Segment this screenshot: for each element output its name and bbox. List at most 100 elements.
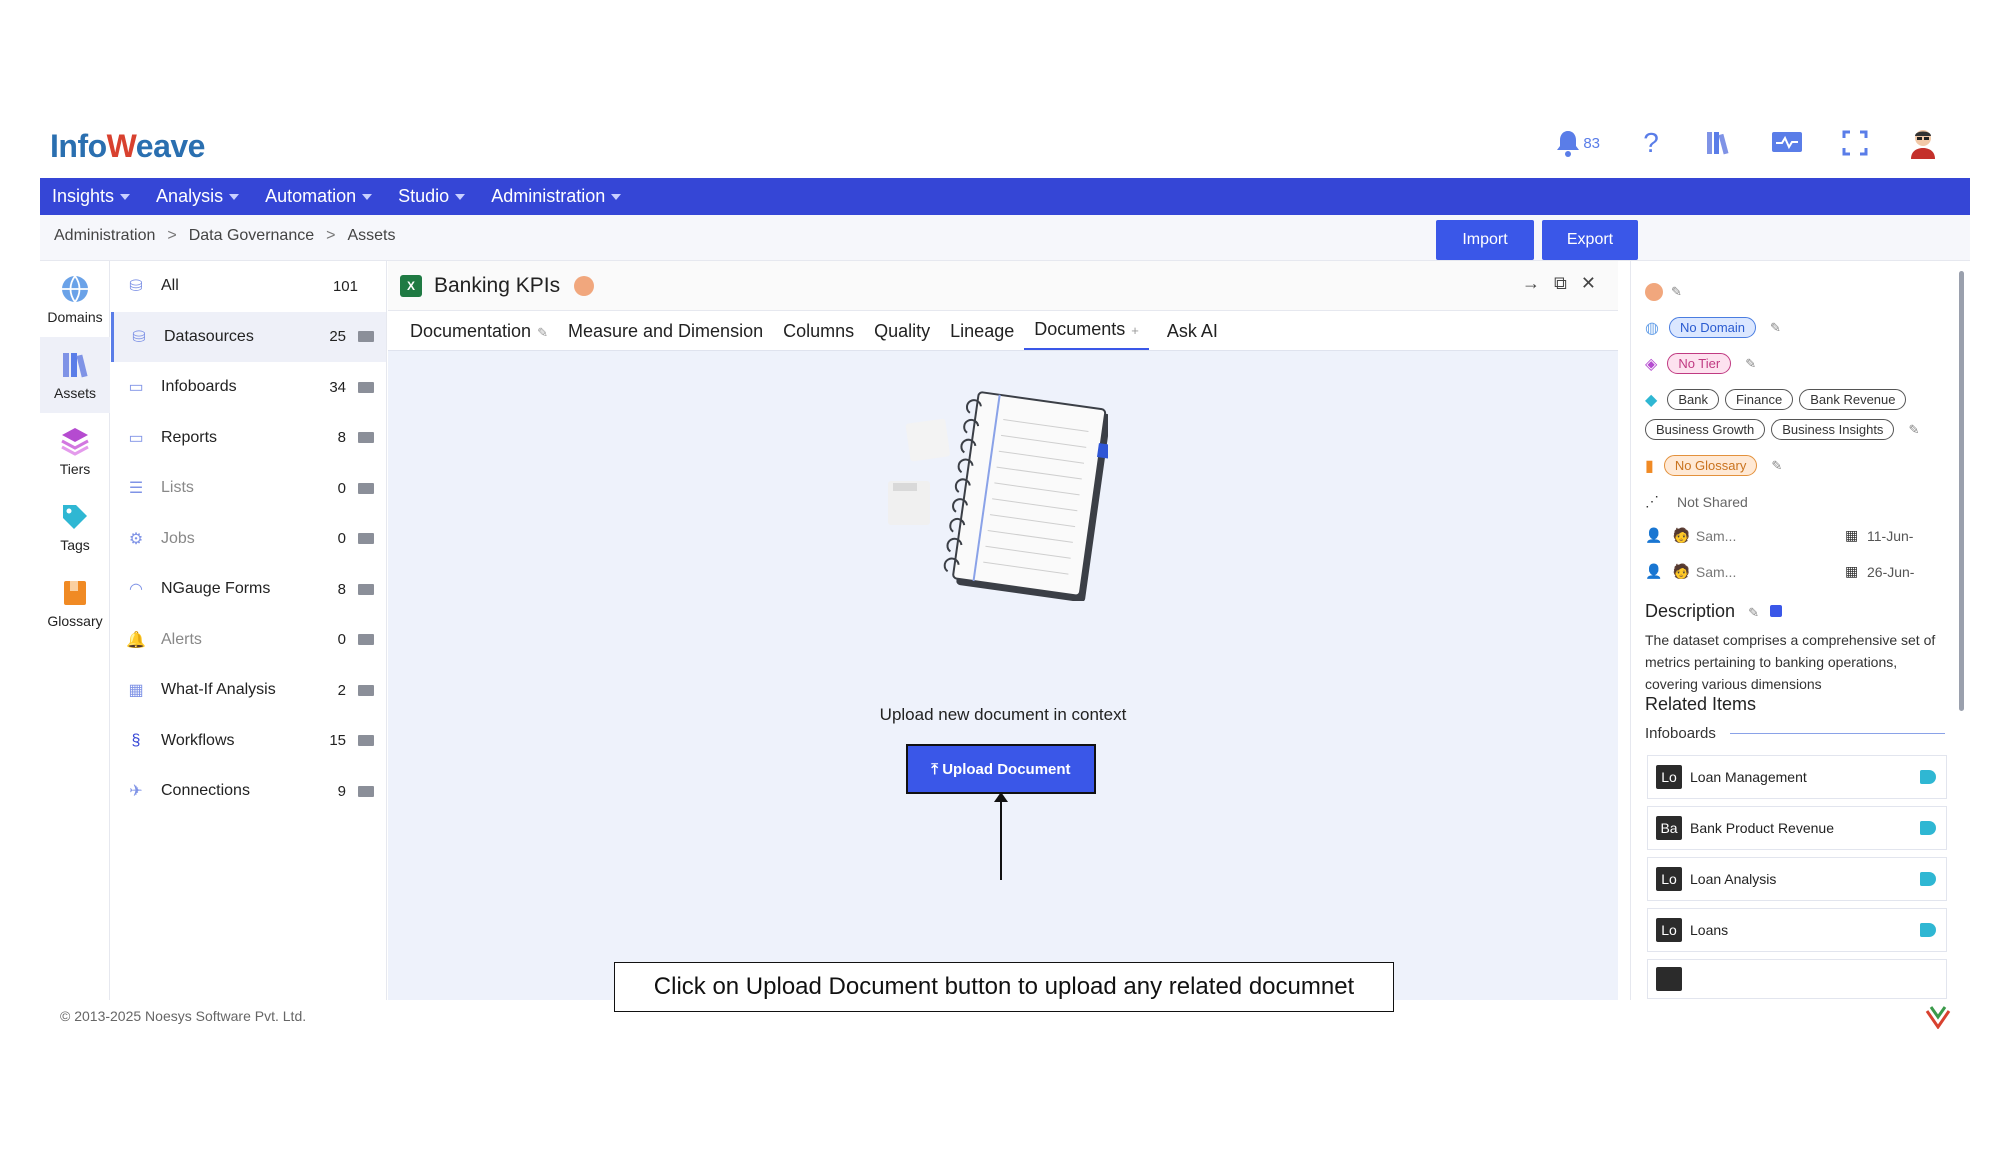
asset-row-alerts[interactable]: 🔔 Alerts 0	[111, 615, 386, 666]
related-item[interactable]: Lo Loan Management	[1647, 755, 1947, 799]
tab-label: Documentation	[410, 321, 532, 341]
asset-row-ngauge-forms[interactable]: ◠ NGauge Forms 8	[111, 564, 386, 615]
glossary-pill[interactable]: No Glossary	[1663, 455, 1758, 476]
tag-pill[interactable]: Business Growth	[1645, 419, 1766, 440]
asset-row-connections[interactable]: ✈ Connections 9	[111, 766, 386, 817]
nav-insights[interactable]: Insights	[52, 186, 131, 207]
related-item[interactable]: Ba Bank Product Revenue	[1647, 806, 1947, 850]
pencil-icon[interactable]: ✎	[1745, 356, 1756, 372]
tag-icon[interactable]	[1920, 770, 1936, 784]
folder-icon[interactable]	[358, 684, 374, 696]
tab-lineage[interactable]: Lineage	[940, 321, 1024, 350]
brand-w: W	[106, 128, 137, 164]
bell-icon: 🔔	[126, 631, 146, 649]
tab-documentation[interactable]: Documentation ✎	[400, 321, 558, 350]
callout-text: Click on Upload Document button to uploa…	[653, 973, 1355, 1000]
pencil-icon[interactable]: ✎	[1671, 284, 1682, 300]
breadcrumb-data-governance[interactable]: Data Governance	[189, 227, 314, 245]
tag-icon[interactable]	[1920, 821, 1936, 835]
tab-label: Documents	[1034, 319, 1126, 339]
folder-icon[interactable]	[358, 432, 374, 444]
related-item-name: Loan Management	[1690, 769, 1807, 785]
folder-icon[interactable]	[358, 735, 374, 747]
nav-studio[interactable]: Studio	[398, 186, 466, 207]
folder-icon[interactable]	[358, 785, 374, 797]
rail-assets[interactable]: Assets	[40, 337, 110, 413]
upload-document-button[interactable]: ⤒ Upload Document	[906, 744, 1096, 794]
tab-documents[interactable]: Documents +	[1024, 319, 1149, 350]
arrow-right-icon[interactable]: →	[1522, 273, 1540, 294]
help-icon[interactable]: ?	[1634, 126, 1668, 160]
asset-row-lists[interactable]: ☰ Lists 0	[111, 463, 386, 514]
nav-analysis[interactable]: Analysis	[156, 186, 240, 207]
folder-icon[interactable]	[358, 533, 374, 545]
empty-notebook-illustration	[888, 391, 1108, 601]
breadcrumb-administration[interactable]: Administration	[54, 227, 155, 245]
asset-row-infoboards[interactable]: ▭ Infoboards 34	[111, 362, 386, 413]
asset-row-what-if-analysis[interactable]: ▦ What-If Analysis 2	[111, 665, 386, 716]
tag-pill[interactable]: Bank Revenue	[1799, 389, 1907, 410]
folder-icon[interactable]	[358, 583, 374, 595]
pencil-icon[interactable]: ✎	[1748, 605, 1759, 620]
asset-label: Workflows	[161, 731, 235, 749]
plus-icon[interactable]: +	[1131, 323, 1139, 338]
asset-row-datasources[interactable]: ⛁ Datasources 25	[111, 311, 386, 362]
monitor-icon[interactable]	[1770, 126, 1804, 160]
folder-icon[interactable]	[358, 634, 374, 646]
close-icon[interactable]: ✕	[1581, 273, 1596, 294]
related-item-partial[interactable]	[1647, 959, 1947, 999]
pencil-icon[interactable]: ✎	[537, 325, 548, 340]
related-item-name: Loans	[1690, 922, 1729, 938]
tab-columns[interactable]: Columns	[773, 321, 864, 350]
tag-pill[interactable]: Finance	[1724, 389, 1794, 410]
avatar-icon[interactable]	[1906, 126, 1940, 160]
nav-automation[interactable]: Automation	[265, 186, 373, 207]
related-item[interactable]: Lo Loan Analysis	[1647, 857, 1947, 901]
tab-measure-dimension[interactable]: Measure and Dimension	[558, 321, 773, 350]
open-external-icon[interactable]: ⧉	[1554, 273, 1567, 294]
tier-pill[interactable]: No Tier	[1667, 353, 1732, 374]
related-item-icon	[1656, 967, 1682, 991]
globe-icon	[62, 275, 88, 303]
nav-administration[interactable]: Administration	[491, 186, 622, 207]
rail-glossary[interactable]: Glossary	[40, 565, 110, 641]
pencil-icon[interactable]: ✎	[1770, 320, 1781, 336]
asset-row-reports[interactable]: ▭ Reports 8	[111, 413, 386, 464]
rail-tags[interactable]: Tags	[40, 489, 110, 565]
asset-row-jobs[interactable]: ⚙ Jobs 0	[111, 514, 386, 565]
tab-ask-ai[interactable]: Ask AI	[1157, 321, 1228, 350]
import-button[interactable]: Import	[1436, 220, 1534, 260]
tags-row-2: Business Growth Business Insights ✎	[1645, 419, 1919, 440]
folder-icon[interactable]	[358, 482, 374, 494]
tag-icon[interactable]	[1920, 872, 1936, 886]
fullscreen-icon[interactable]	[1838, 126, 1872, 160]
description-text: The dataset comprises a comprehensive se…	[1645, 632, 1936, 692]
domain-pill[interactable]: No Domain	[1668, 317, 1756, 338]
export-button[interactable]: Export	[1542, 220, 1638, 260]
folder-icon[interactable]	[358, 381, 374, 393]
tag-pill[interactable]: Bank	[1667, 389, 1719, 410]
ai-icon[interactable]	[1769, 605, 1782, 617]
pencil-icon[interactable]: ✎	[1771, 458, 1782, 474]
pencil-icon[interactable]: ✎	[1908, 422, 1919, 438]
asset-label: What-If Analysis	[161, 681, 276, 699]
scrollbar[interactable]	[1959, 271, 1964, 711]
status-dot-icon	[1645, 283, 1663, 301]
tab-quality[interactable]: Quality	[864, 321, 940, 350]
folder-icon[interactable]	[358, 331, 374, 343]
related-item[interactable]: Lo Loans	[1647, 908, 1947, 952]
share-icon: ⋰	[1645, 493, 1659, 509]
rail-tiers[interactable]: Tiers	[40, 413, 110, 489]
asset-row-all[interactable]: ⛁ All 101	[111, 261, 386, 312]
asset-count: 34	[329, 378, 346, 396]
header-actions: → ⧉ ✕	[1522, 273, 1596, 294]
brand-logo[interactable]: InfoWeave	[50, 128, 205, 165]
rail-domains[interactable]: Domains	[40, 261, 110, 337]
asset-count: 25	[329, 328, 346, 346]
asset-row-workflows[interactable]: § Workflows 15	[111, 716, 386, 767]
tag-pill[interactable]: Business Insights	[1771, 419, 1895, 440]
excel-icon: X	[400, 274, 422, 297]
tag-icon[interactable]	[1920, 923, 1936, 937]
library-icon[interactable]	[1702, 126, 1736, 160]
bell-icon[interactable]: 83	[1555, 126, 1600, 160]
